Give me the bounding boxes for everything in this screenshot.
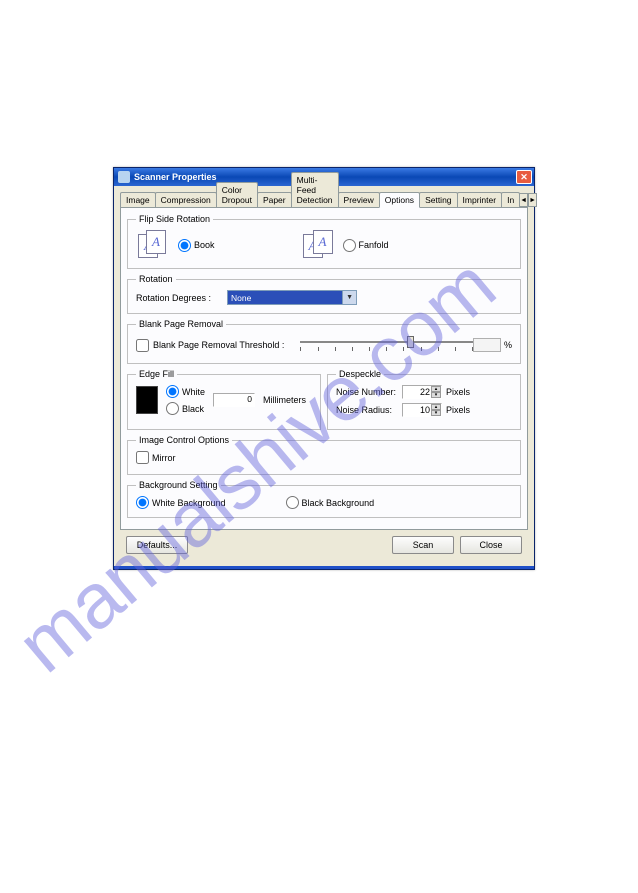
close-icon[interactable]: ✕ [516,170,532,184]
close-button[interactable]: Close [460,536,522,554]
chevron-down-icon[interactable]: ▼ [342,291,356,304]
rotation-group: Rotation Rotation Degrees : None ▼ [127,274,521,314]
button-bar: Defaults... Scan Close [120,530,528,560]
edge-fill-unit: Millimeters [263,395,306,405]
app-icon [118,171,130,183]
scan-button[interactable]: Scan [392,536,454,554]
bottom-accent-bar [114,566,534,569]
bg-white-radio[interactable]: White Background [136,496,226,509]
tab-overflow[interactable]: In [501,192,520,207]
tab-strip: Image Compression Color Dropout Paper Mu… [120,190,528,208]
tab-multi-feed[interactable]: Multi-Feed Detection [291,172,339,207]
tab-image[interactable]: Image [120,192,156,207]
defaults-button[interactable]: Defaults... [126,536,188,554]
tab-scroll-left[interactable]: ◄ [519,193,528,207]
rotation-select[interactable]: None ▼ [227,290,357,305]
flip-legend: Flip Side Rotation [136,214,213,224]
client-area: Image Compression Color Dropout Paper Mu… [114,186,534,566]
edge-black-radio[interactable]: Black [166,402,205,415]
rotation-legend: Rotation [136,274,176,284]
bg-legend: Background Setting [136,480,221,490]
tab-compression[interactable]: Compression [155,192,217,207]
percent-label: % [504,340,512,350]
despeckle-group: Despeckle Noise Number: 22 ▴▾ Pixels Noi… [327,369,521,430]
tab-scroll-right[interactable]: ► [528,193,537,207]
blank-threshold-label: Blank Page Removal Threshold : [153,340,284,350]
tab-paper[interactable]: Paper [257,192,292,207]
tab-options[interactable]: Options [379,192,420,208]
book-radio[interactable]: Book [178,239,215,252]
tab-imprinter[interactable]: Imprinter [457,192,503,207]
blank-page-group: Blank Page Removal Blank Page Removal Th… [127,319,521,364]
background-setting-group: Background Setting White Background Blac… [127,480,521,518]
noise-radius-label: Noise Radius: [336,405,398,415]
scanner-properties-window: Scanner Properties ✕ Image Compression C… [113,167,535,570]
tab-preview[interactable]: Preview [338,192,380,207]
rotation-label: Rotation Degrees : [136,293,211,303]
edge-white-radio[interactable]: White [166,385,205,398]
edgefill-legend: Edge Fill [136,369,177,379]
blank-threshold-slider[interactable] [300,335,473,355]
book-thumbnail-icon: A A [136,230,170,260]
noise-number-input[interactable]: 22 ▴▾ [402,385,442,399]
edge-fill-group: Edge Fill White Black 0 Millimeters [127,369,321,430]
blank-threshold-value [473,338,501,352]
fanfold-thumbnail-icon: A A [301,230,335,260]
noise-number-label: Noise Number: [336,387,398,397]
noise-radius-unit: Pixels [446,405,470,415]
imgctrl-legend: Image Control Options [136,435,232,445]
image-control-group: Image Control Options Mirror [127,435,521,475]
tab-setting[interactable]: Setting [419,192,457,207]
blank-threshold-checkbox[interactable] [136,339,149,352]
bg-black-radio[interactable]: Black Background [286,496,375,509]
edge-fill-preview [136,386,158,414]
tab-color-dropout[interactable]: Color Dropout [216,182,258,207]
edge-fill-value[interactable]: 0 [213,393,255,407]
mirror-checkbox[interactable]: Mirror [136,451,176,464]
flip-side-rotation-group: Flip Side Rotation A A Book A A [127,214,521,269]
blank-legend: Blank Page Removal [136,319,226,329]
options-panel: Flip Side Rotation A A Book A A [120,208,528,530]
noise-radius-input[interactable]: 10 ▴▾ [402,403,442,417]
fanfold-radio[interactable]: Fanfold [343,239,389,252]
noise-number-unit: Pixels [446,387,470,397]
despeckle-legend: Despeckle [336,369,384,379]
